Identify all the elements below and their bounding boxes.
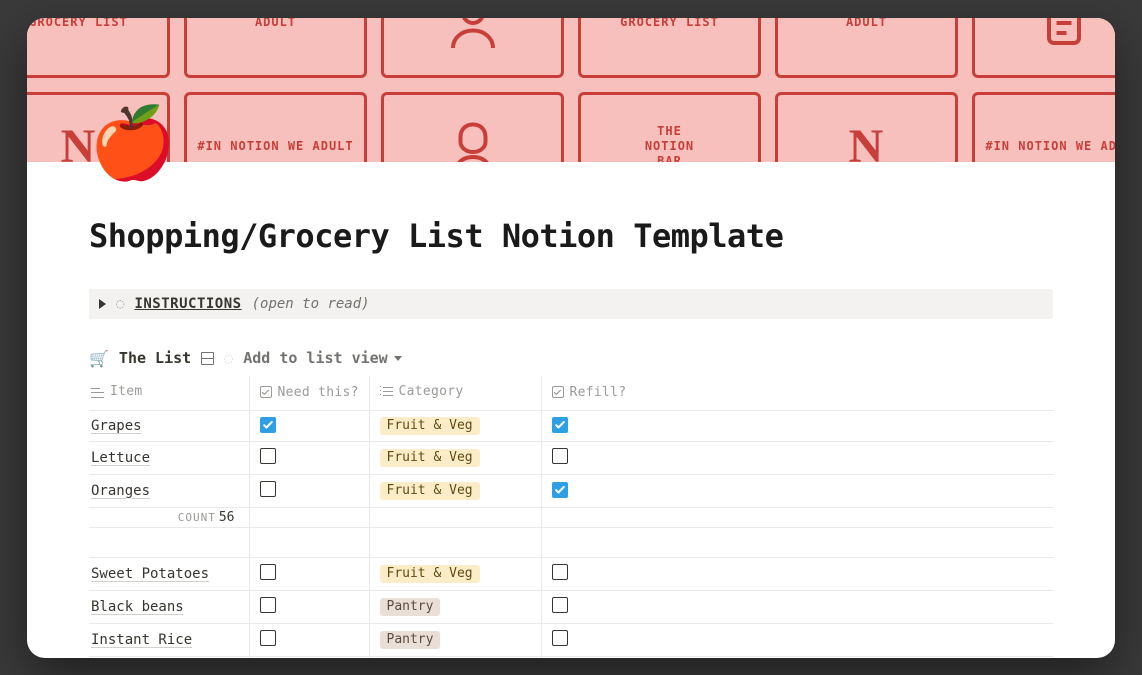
- loading-icon: ◌: [116, 296, 124, 312]
- table-row[interactable]: Instant Rice Pantry: [89, 623, 1053, 656]
- select-property-icon: [380, 385, 393, 398]
- category-tag[interactable]: Pantry: [380, 598, 441, 616]
- checkbox[interactable]: [260, 448, 276, 464]
- table-row[interactable]: Grapes Fruit & Veg: [89, 410, 1053, 441]
- cart-icon: 🛒: [89, 349, 109, 368]
- checkbox[interactable]: [552, 482, 568, 498]
- item-name[interactable]: Oranges: [91, 483, 150, 499]
- cover-tile-n: N: [775, 92, 958, 162]
- page-icon[interactable]: 🍎: [89, 108, 176, 178]
- cover-tile: ADULT: [184, 18, 367, 78]
- toggle-triangle-icon: [99, 299, 106, 309]
- checkbox-property-icon: [552, 386, 564, 398]
- cover-tile: THENOTIONBAR: [578, 92, 761, 162]
- category-tag[interactable]: Fruit & Veg: [380, 449, 480, 467]
- column-header-refill[interactable]: Refill?: [541, 376, 1053, 411]
- count-value: 56: [219, 510, 235, 525]
- cover-tile: #IN NOTION WE ADULT: [972, 92, 1115, 162]
- cover-tile: GROCERY LIST: [27, 18, 170, 78]
- cover-tile: GROCERY LIST: [578, 18, 761, 78]
- cover-tile: ADULT: [775, 18, 958, 78]
- checkbox[interactable]: [552, 564, 568, 580]
- category-tag[interactable]: Fruit & Veg: [380, 417, 480, 435]
- checkbox[interactable]: [260, 481, 276, 497]
- category-tag[interactable]: Pantry: [380, 631, 441, 649]
- table-icon: [201, 352, 214, 365]
- table-row[interactable]: Black beans Pantry: [89, 590, 1053, 623]
- view-tab-the-list[interactable]: The List: [119, 349, 191, 367]
- cover-tile: #IN NOTION WE ADULT: [184, 92, 367, 162]
- checkbox[interactable]: [552, 630, 568, 646]
- item-name[interactable]: Black beans: [91, 599, 184, 615]
- cover-art-grid: GROCERY LIST ADULT GROCERY LIST ADULT N …: [27, 18, 1115, 162]
- checkbox[interactable]: [260, 417, 276, 433]
- table-row[interactable]: Oranges Fruit & Veg: [89, 474, 1053, 507]
- checkbox[interactable]: [260, 564, 276, 580]
- count-label: COUNT: [178, 511, 216, 524]
- count-cell[interactable]: COUNT56: [89, 507, 249, 527]
- item-name[interactable]: Grapes: [91, 418, 142, 434]
- view-tab-add-to-list[interactable]: Add to list view: [243, 349, 402, 367]
- page-cover[interactable]: GROCERY LIST ADULT GROCERY LIST ADULT N …: [27, 18, 1115, 162]
- item-name[interactable]: Instant Rice: [91, 632, 192, 648]
- checkbox-property-icon: [260, 386, 272, 398]
- category-tag[interactable]: Fruit & Veg: [380, 482, 480, 500]
- cover-tile-illustration: [381, 18, 564, 78]
- app-window: GROCERY LIST ADULT GROCERY LIST ADULT N …: [27, 18, 1115, 658]
- cover-tile-illustration: [381, 92, 564, 162]
- checkbox[interactable]: [552, 597, 568, 613]
- item-name[interactable]: Sweet Potatoes: [91, 566, 209, 582]
- table-row[interactable]: Sweet Potatoes Fruit & Veg: [89, 557, 1053, 590]
- cover-tile-illustration: [972, 18, 1115, 78]
- grocery-database-table: Item Need this? Category Refill? Grapes F…: [89, 376, 1053, 658]
- page-title[interactable]: Shopping/Grocery List Notion Template: [89, 217, 1053, 255]
- column-header-need[interactable]: Need this?: [249, 376, 369, 411]
- instructions-hint: (open to read): [252, 296, 370, 312]
- checkbox[interactable]: [552, 448, 568, 464]
- loading-icon: ◌: [224, 349, 233, 367]
- instructions-toggle[interactable]: ◌ INSTRUCTIONS (open to read): [89, 289, 1053, 319]
- category-tag[interactable]: Fruit & Veg: [380, 565, 480, 583]
- item-name[interactable]: Lettuce: [91, 450, 150, 466]
- database-view-tabs: 🛒 The List ◌ Add to list view: [89, 349, 1053, 368]
- checkbox[interactable]: [260, 630, 276, 646]
- checkbox[interactable]: [260, 597, 276, 613]
- column-header-category[interactable]: Category: [369, 376, 541, 411]
- table-row[interactable]: NoodlesPantry: [89, 656, 1053, 658]
- instructions-label: INSTRUCTIONS: [134, 296, 241, 312]
- title-property-icon: [91, 385, 104, 398]
- table-row[interactable]: Lettuce Fruit & Veg: [89, 441, 1053, 474]
- chevron-down-icon: [394, 356, 402, 361]
- checkbox[interactable]: [552, 417, 568, 433]
- view-tab-label: Add to list view: [243, 349, 388, 367]
- column-header-item[interactable]: Item: [89, 376, 249, 411]
